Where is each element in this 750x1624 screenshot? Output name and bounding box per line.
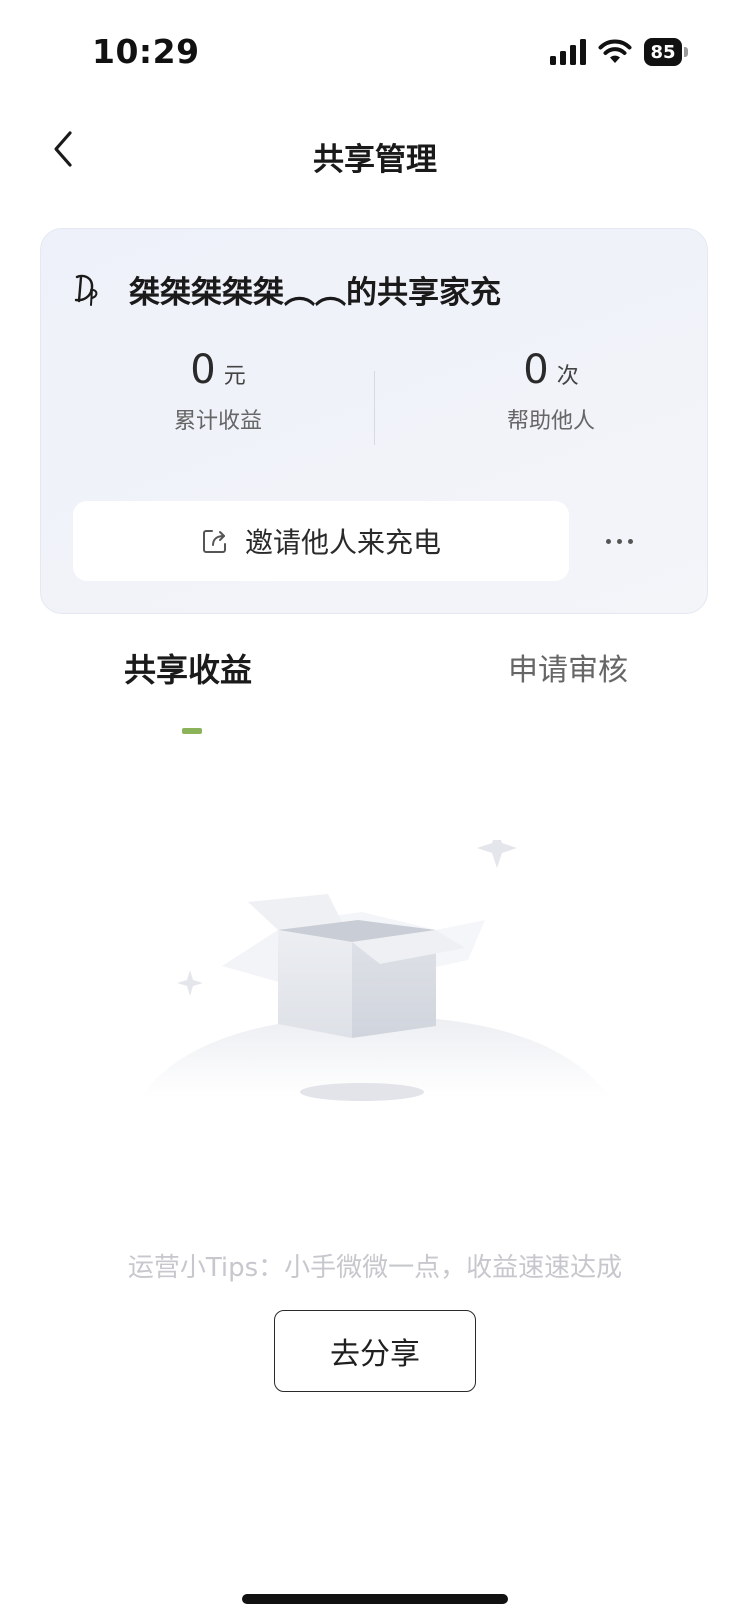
helped-value: 0 <box>523 347 549 393</box>
stat-helped: 0 次 帮助他人 <box>401 347 701 435</box>
earnings-label: 累计收益 <box>173 409 262 434</box>
dp-logo-icon <box>74 274 98 306</box>
status-time: 10:29 <box>92 32 200 71</box>
signal-icon <box>550 39 586 65</box>
tab-shared-earnings[interactable]: 共享收益 <box>124 645 252 691</box>
earnings-value: 0 <box>190 347 216 393</box>
more-options-button[interactable] <box>597 523 641 559</box>
status-bar: 10:29 85 <box>0 0 750 100</box>
wifi-icon <box>598 39 632 63</box>
open-box-illustration <box>140 840 610 1101</box>
battery-level: 85 <box>644 38 682 66</box>
go-share-button[interactable]: 去分享 <box>274 1310 476 1392</box>
stat-earnings: 0 元 累计收益 <box>68 347 368 435</box>
page-title: 共享管理 <box>313 142 437 178</box>
active-tab-indicator <box>182 728 202 734</box>
status-icons: 85 <box>550 38 688 66</box>
earnings-unit: 元 <box>223 364 246 389</box>
more-dots-icon <box>605 538 611 544</box>
tab-bar: 共享收益 申请审核 <box>0 645 750 734</box>
helped-unit: 次 <box>556 364 579 389</box>
home-indicator[interactable] <box>242 1594 508 1604</box>
invite-button[interactable]: 邀请他人来充电 <box>73 501 569 581</box>
invite-label: 邀请他人来充电 <box>244 526 441 559</box>
summary-card: 桀桀桀桀桀︵︵的共享家充 0 元 累计收益 0 次 帮助他人 邀请他人来充电 <box>40 228 708 614</box>
card-title: 桀桀桀桀桀︵︵的共享家充 <box>129 275 501 311</box>
helped-label: 帮助他人 <box>506 409 595 434</box>
nav-bar: 共享管理 <box>0 110 750 190</box>
share-icon <box>202 530 226 553</box>
tab-application-review[interactable]: 申请审核 <box>508 645 628 689</box>
stat-divider <box>374 371 375 445</box>
battery-icon: 85 <box>644 38 688 66</box>
tips-text: 运营小Tips：小手微微一点，收益速速达成 <box>127 1253 623 1283</box>
